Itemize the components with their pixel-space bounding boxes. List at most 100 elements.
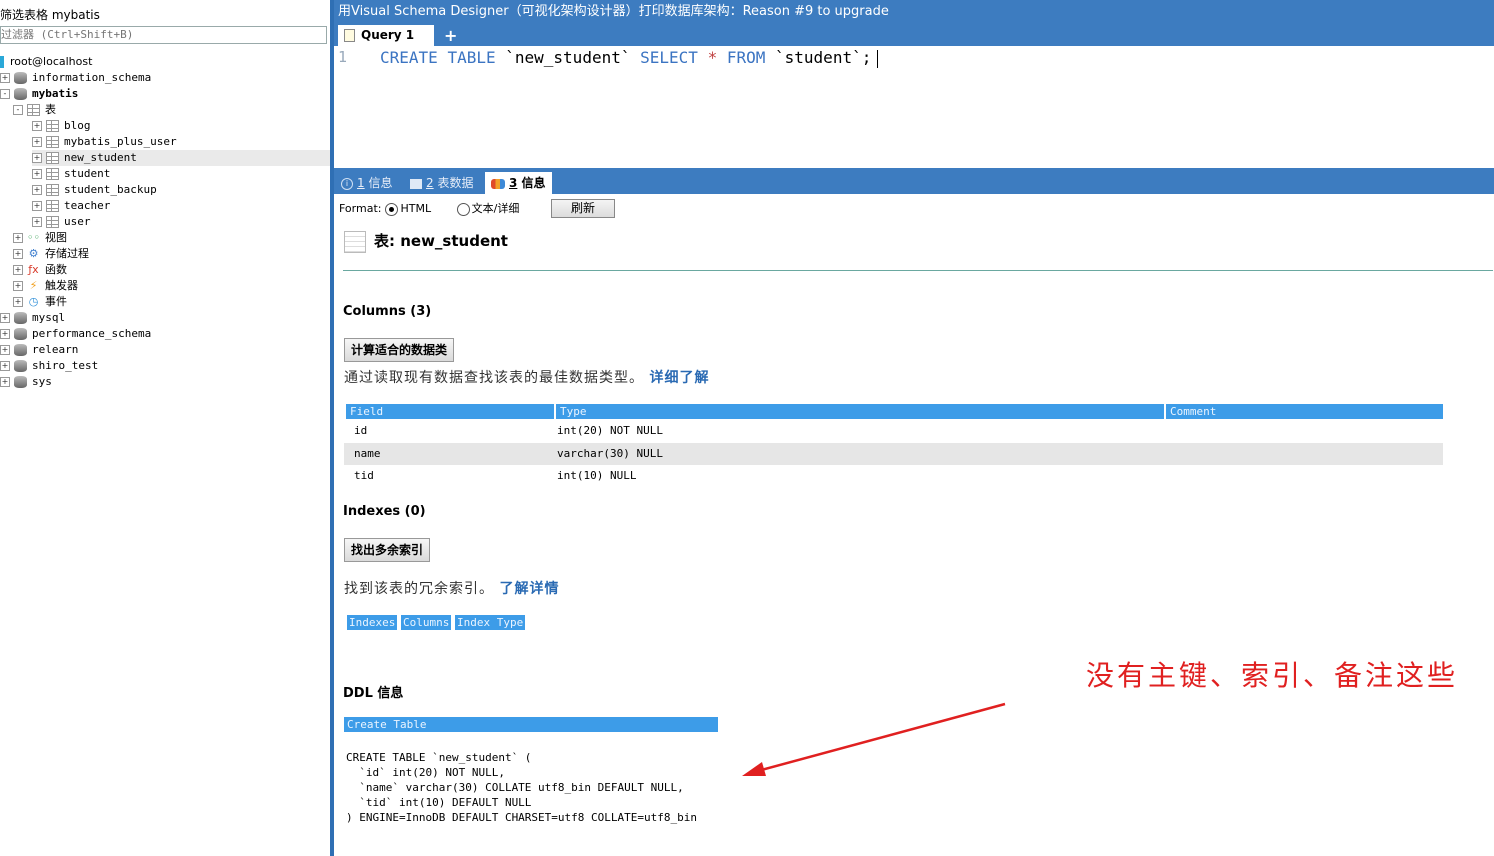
expand-icon[interactable]: +: [32, 185, 42, 195]
filter-label: 筛选表格 mybatis: [0, 8, 100, 22]
table-row: tid int(10) NULL: [344, 465, 1443, 487]
refresh-button[interactable]: 刷新: [551, 199, 615, 218]
new-query-tab-button[interactable]: +: [444, 25, 457, 46]
ddl-heading: DDL 信息: [343, 686, 404, 701]
col-header-field: Field: [344, 404, 554, 419]
expand-icon[interactable]: +: [32, 169, 42, 179]
tree-item-[interactable]: + ◷ 事件: [13, 294, 330, 310]
tree-item-user[interactable]: + user: [32, 214, 330, 230]
tree-item-[interactable]: + ƒx 函数: [13, 262, 330, 278]
calc-learn-more-link[interactable]: 详细了解: [649, 370, 709, 386]
row-type: int(20) NOT NULL: [557, 424, 663, 437]
tree-item-label: teacher: [64, 199, 111, 212]
row-field: tid: [354, 469, 374, 482]
tree-item-mybatis[interactable]: - mybatis: [0, 86, 330, 102]
database-icon: [14, 344, 27, 356]
ddl-statement: CREATE TABLE `new_student` ( `id` int(20…: [346, 750, 697, 825]
expand-icon[interactable]: +: [0, 377, 10, 387]
table-row: id int(20) NOT NULL: [344, 420, 1443, 442]
tree-item-relearn[interactable]: + relearn: [0, 342, 330, 358]
format-text-radio[interactable]: [456, 202, 470, 216]
tree-item-teacher[interactable]: + teacher: [32, 198, 330, 214]
tree-item-label: shiro_test: [32, 359, 99, 372]
table-sheet-icon: [344, 230, 366, 253]
tree-item-shiro_test[interactable]: + shiro_test: [0, 358, 330, 374]
kw-table: TABLE: [447, 48, 496, 67]
tree-item-label: performance_schema: [32, 327, 152, 340]
tree-item-student[interactable]: + student: [32, 166, 330, 182]
expand-icon[interactable]: +: [32, 201, 42, 211]
format-html-label: HTML: [400, 202, 432, 215]
expand-icon[interactable]: +: [0, 345, 10, 355]
calc-datatypes-button[interactable]: 计算适合的数据类: [344, 338, 455, 362]
expand-icon[interactable]: +: [32, 153, 42, 163]
tab-result-3-label: 信息: [521, 176, 546, 190]
expand-icon[interactable]: +: [0, 73, 10, 83]
col-header-comment: Comment: [1164, 404, 1443, 419]
tree-item-label: student_backup: [64, 183, 157, 196]
database-icon: [14, 88, 27, 100]
expand-icon[interactable]: +: [32, 217, 42, 227]
tab-result-3-info[interactable]: 3 信息: [485, 172, 552, 194]
tree-item-label: 表: [45, 103, 56, 116]
tree-item-[interactable]: -表: [13, 102, 330, 118]
indexes-heading: Indexes (0): [343, 504, 426, 519]
tree-item-new_student[interactable]: + new_student: [32, 150, 330, 166]
tree-item-[interactable]: + ⚙ 存储过程: [13, 246, 330, 262]
semicolon: ;: [861, 48, 872, 67]
expand-icon[interactable]: +: [13, 233, 23, 243]
annotation-note: 没有主键、索引、备注这些: [1086, 659, 1459, 692]
kw-select: SELECT: [640, 48, 698, 67]
expand-icon[interactable]: +: [32, 121, 42, 131]
tree-item-blog[interactable]: + blog: [32, 118, 330, 134]
database-icon: [14, 360, 27, 372]
view-icon: ◦◦: [27, 231, 40, 244]
sql-editor[interactable]: 1 CREATE TABLE `new_student` SELECT * FR…: [334, 46, 1494, 168]
tree-connection[interactable]: root@localhost: [0, 54, 92, 70]
index-learn-more-link[interactable]: 了解详情: [499, 581, 559, 597]
format-html-radio[interactable]: [385, 202, 399, 216]
expand-icon[interactable]: +: [13, 281, 23, 291]
expand-icon[interactable]: +: [13, 249, 23, 259]
columns-heading: Columns (3): [343, 304, 432, 319]
tree-item-label: mybatis_plus_user: [64, 135, 177, 148]
procedure-icon: ⚙: [28, 247, 39, 260]
tree-item-sys[interactable]: + sys: [0, 374, 330, 390]
expand-icon[interactable]: +: [0, 313, 10, 323]
tab-result-1-info[interactable]: i1 信息: [341, 172, 392, 194]
collapse-icon[interactable]: -: [13, 105, 23, 115]
line-number: 1: [338, 48, 348, 66]
expand-icon[interactable]: +: [0, 329, 10, 339]
collapse-icon[interactable]: -: [0, 89, 10, 99]
target-table-ident: `new_student`: [505, 48, 631, 67]
col-header-type: Type: [554, 404, 1164, 419]
tab-query-1[interactable]: Query 1: [338, 25, 434, 46]
ddl-line: `name` varchar(30) COLLATE utf8_bin DEFA…: [346, 781, 684, 794]
table-title-text: 表: new_student: [374, 232, 508, 250]
table-icon: [46, 168, 59, 180]
tab-query-1-label: Query 1: [361, 28, 415, 42]
tree-item-student_backup[interactable]: + student_backup: [32, 182, 330, 198]
expand-icon[interactable]: +: [13, 297, 23, 307]
upgrade-banner[interactable]: 用Visual Schema Designer（可视化架构设计器）打印数据库架构…: [334, 0, 1494, 25]
expand-icon[interactable]: +: [0, 361, 10, 371]
ddl-line: `tid` int(10) DEFAULT NULL: [346, 796, 532, 809]
tree-item-performance_schema[interactable]: + performance_schema: [0, 326, 330, 342]
tab-result-2-tabledata[interactable]: 2 表数据: [410, 172, 473, 194]
tree-item-label: student: [64, 167, 111, 180]
database-icon: [14, 72, 27, 84]
tree-item-mybatis_plus_user[interactable]: + mybatis_plus_user: [32, 134, 330, 150]
tree-item-[interactable]: + ⚡ 触发器: [13, 278, 330, 294]
expand-icon[interactable]: +: [32, 137, 42, 147]
tree-item-information_schema[interactable]: + information_schema: [0, 70, 330, 86]
tree-item-label: 触发器: [45, 279, 78, 292]
tree-item-mysql[interactable]: + mysql: [0, 310, 330, 326]
expand-icon[interactable]: +: [13, 265, 23, 275]
sql-code[interactable]: CREATE TABLE `new_student` SELECT * FROM…: [380, 48, 879, 68]
table-row: name varchar(30) NULL: [344, 443, 1443, 465]
tree-item-[interactable]: + ◦◦ 视图: [13, 230, 330, 246]
tree-item-label: relearn: [32, 343, 79, 356]
find-redundant-index-button[interactable]: 找出多余索引: [344, 538, 431, 562]
table-filter-input[interactable]: [0, 26, 327, 44]
row-type: varchar(30) NULL: [557, 447, 663, 460]
